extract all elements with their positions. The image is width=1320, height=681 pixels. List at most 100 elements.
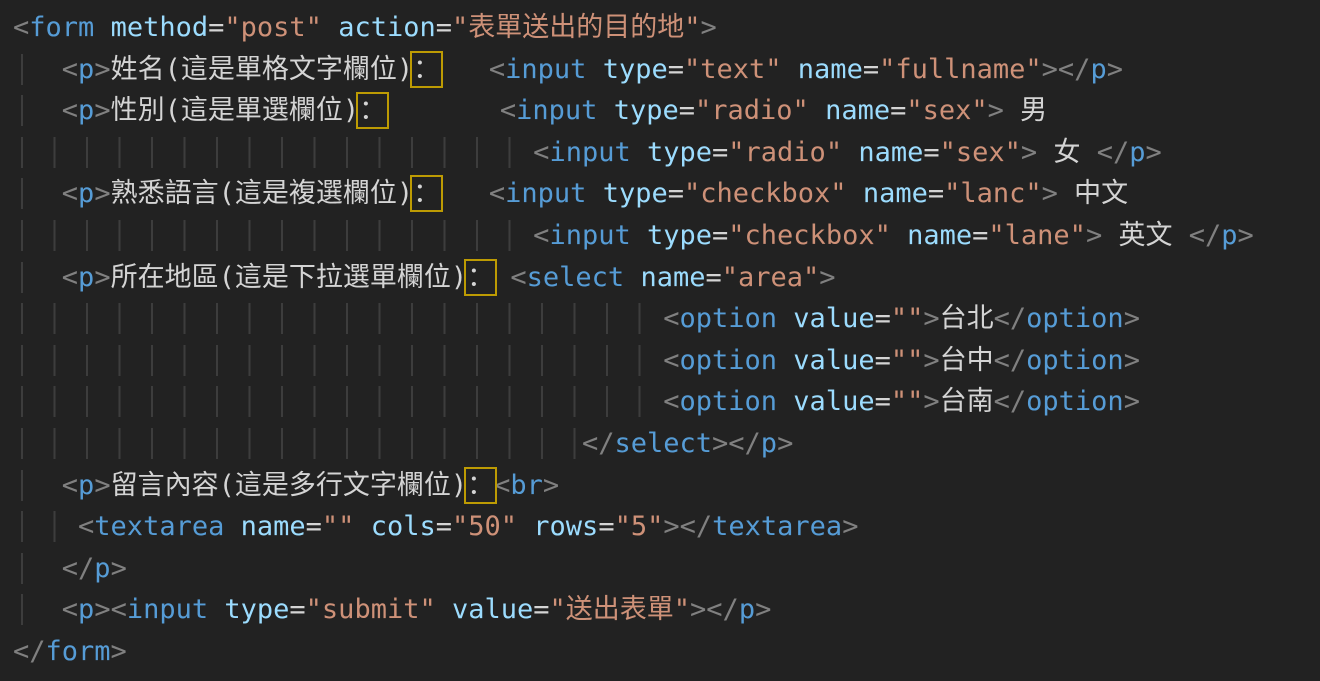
bracket-token: > xyxy=(94,95,110,126)
tag-name-token: option xyxy=(679,386,777,417)
bracket-token: ></ xyxy=(690,594,739,625)
attribute-name-token: value xyxy=(452,594,533,625)
indent-whitespace xyxy=(13,303,663,334)
text-token xyxy=(208,594,224,625)
bracket-token: > xyxy=(543,470,559,501)
code-area[interactable]: <form method="post" action="表單送出的目的地"> <… xyxy=(13,7,1320,673)
bracket-token: > xyxy=(111,553,127,584)
text-token: 所在地區(這是下拉選單欄位) xyxy=(111,262,468,293)
bracket-token: > xyxy=(988,95,1004,126)
equals-token: = xyxy=(863,54,879,85)
bracket-token: < xyxy=(62,594,78,625)
text-token xyxy=(891,220,907,251)
bracket-token: ></ xyxy=(663,511,712,542)
bracket-token: > xyxy=(1107,54,1123,85)
equals-token: = xyxy=(890,95,906,126)
code-line-14[interactable]: </p> xyxy=(13,548,1320,590)
text-token xyxy=(586,54,602,85)
attribute-name-token: name xyxy=(241,511,306,542)
text-token: 男 xyxy=(1004,95,1047,126)
equals-token: = xyxy=(679,95,695,126)
attribute-name-token: name xyxy=(858,137,923,168)
tag-name-token: p xyxy=(1129,137,1145,168)
text-token xyxy=(842,137,858,168)
bracket-token: > xyxy=(94,262,110,293)
code-line-4[interactable]: <input type="radio" name="sex"> 女 </p> xyxy=(13,132,1320,174)
text-token: 台中 xyxy=(940,345,994,376)
bracket-token: < xyxy=(663,386,679,417)
whitespace xyxy=(386,95,500,126)
bracket-token: > xyxy=(1145,137,1161,168)
text-token xyxy=(782,54,798,85)
tag-name-token: p xyxy=(78,470,94,501)
code-line-1[interactable]: <form method="post" action="表單送出的目的地"> xyxy=(13,7,1320,49)
code-line-9[interactable]: <option value="">台中</option> xyxy=(13,340,1320,382)
tag-name-token: textarea xyxy=(712,511,842,542)
code-line-5[interactable]: <p>熟悉語言(這是複選欄位)： <input type="checkbox" … xyxy=(13,173,1320,215)
indent-whitespace xyxy=(13,54,62,85)
tag-name-token: input xyxy=(505,54,586,85)
code-line-3[interactable]: <p>性別(這是單選欄位)： <input type="radio" name=… xyxy=(13,90,1320,132)
code-editor[interactable]: <form method="post" action="表單送出的目的地"> <… xyxy=(0,0,1320,681)
tag-name-token: input xyxy=(516,95,597,126)
equals-token: = xyxy=(208,12,224,43)
bracket-token: ></ xyxy=(712,428,761,459)
tag-name-token: p xyxy=(78,262,94,293)
code-line-12[interactable]: <p>留言內容(這是多行文字欄位)：<br> xyxy=(13,465,1320,507)
bracket-token: </ xyxy=(994,386,1027,417)
text-token: 台北 xyxy=(940,303,994,334)
text-token xyxy=(224,511,240,542)
attribute-name-token: name xyxy=(825,95,890,126)
text-token xyxy=(517,511,533,542)
bracket-token: < xyxy=(494,470,510,501)
code-line-7[interactable]: <p>所在地區(這是下拉選單欄位)： <select name="area"> xyxy=(13,257,1320,299)
bracket-token: </ xyxy=(13,636,46,667)
unicode-highlighted-colon: ： xyxy=(467,262,494,293)
code-line-6[interactable]: <input type="checkbox" name="lane"> 英文 <… xyxy=(13,215,1320,257)
string-token: "radio" xyxy=(728,137,842,168)
bracket-token: > xyxy=(94,178,110,209)
text-token xyxy=(624,262,640,293)
bracket-token: > xyxy=(1124,386,1140,417)
code-line-11[interactable]: </select></p> xyxy=(13,423,1320,465)
code-line-10[interactable]: <option value="">台南</option> xyxy=(13,381,1320,423)
code-line-16[interactable]: </form> xyxy=(13,631,1320,673)
bracket-token: > xyxy=(755,594,771,625)
tag-name-token: textarea xyxy=(94,511,224,542)
tag-name-token: p xyxy=(78,95,94,126)
equals-token: = xyxy=(875,303,891,334)
bracket-token: > xyxy=(94,470,110,501)
equals-token: = xyxy=(668,54,684,85)
text-token xyxy=(94,12,110,43)
bracket-token: </ xyxy=(1189,220,1222,251)
equals-token: = xyxy=(533,594,549,625)
attribute-name-token: method xyxy=(111,12,209,43)
tag-name-token: p xyxy=(78,178,94,209)
attribute-name-token: value xyxy=(793,386,874,417)
code-line-8[interactable]: <option value="">台北</option> xyxy=(13,298,1320,340)
bracket-token: > xyxy=(1124,345,1140,376)
text-token: 性別(這是單選欄位) xyxy=(111,95,360,126)
bracket-token: > xyxy=(923,386,939,417)
string-token: "" xyxy=(891,345,924,376)
code-line-15[interactable]: <p><input type="submit" value="送出表單"></p… xyxy=(13,589,1320,631)
text-token xyxy=(597,95,613,126)
bracket-token: < xyxy=(489,54,505,85)
tag-name-token: p xyxy=(739,594,755,625)
bracket-token: > xyxy=(701,12,717,43)
bracket-token: > xyxy=(842,511,858,542)
bracket-token: < xyxy=(663,303,679,334)
tag-name-token: p xyxy=(1090,54,1106,85)
code-line-13[interactable]: <textarea name="" cols="50" rows="5"></t… xyxy=(13,506,1320,548)
tag-name-token: br xyxy=(510,470,543,501)
tag-name-token: p xyxy=(1221,220,1237,251)
bracket-token: ></ xyxy=(1042,54,1091,85)
tag-name-token: select xyxy=(527,262,625,293)
tag-name-token: input xyxy=(505,178,586,209)
bracket-token: </ xyxy=(62,553,95,584)
text-token xyxy=(777,345,793,376)
code-line-2[interactable]: <p>姓名(這是單格文字欄位)： <input type="text" name… xyxy=(13,49,1320,91)
equals-token: = xyxy=(875,345,891,376)
equals-token: = xyxy=(289,594,305,625)
unicode-highlighted-colon: ： xyxy=(413,54,440,85)
